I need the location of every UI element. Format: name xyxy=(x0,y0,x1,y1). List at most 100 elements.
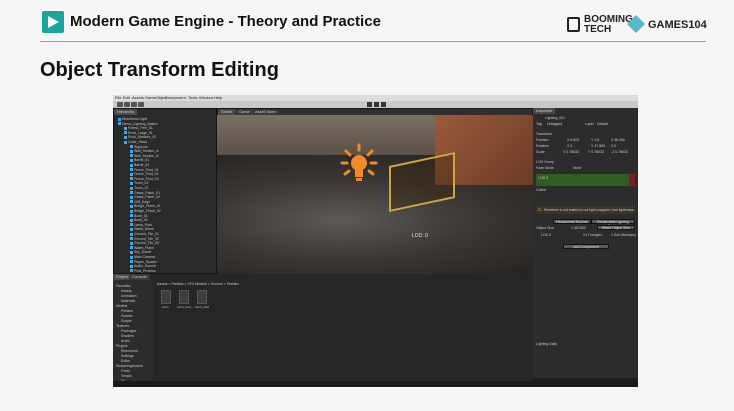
hierarchy-row[interactable]: Bridge_Plank_01 xyxy=(130,204,161,208)
layer-value[interactable]: Default xyxy=(597,122,608,126)
recalculate-bounds-button[interactable]: Recalculate Bounds xyxy=(553,219,591,224)
hierarchy-row[interactable]: Barrel_01 xyxy=(130,158,149,162)
project-panel: Project Console Favorites Assets Animation… xyxy=(113,274,533,387)
project-folder[interactable]: Settings xyxy=(121,354,134,358)
inspector-object-name[interactable]: Lighting_001 xyxy=(545,116,565,120)
hierarchy-row[interactable]: Player_Spawn xyxy=(130,260,157,264)
hierarchy-row[interactable]: Audio_Source xyxy=(130,264,156,268)
rotation-z[interactable]: Z 0 xyxy=(611,144,616,148)
scale-label: Scale xyxy=(536,150,545,154)
scale-y[interactable]: Y 0.78633 xyxy=(588,150,604,154)
hierarchy-row[interactable]: Demo_Lighting_Baked xyxy=(118,122,157,126)
hierarchy-row[interactable]: Main Camera xyxy=(130,255,155,259)
hierarchy-row[interactable]: Grass_Patch_01 xyxy=(130,191,160,195)
hierarchy-row[interactable]: Bridge_Plank_02 xyxy=(130,209,161,213)
section-title: Object Transform Editing xyxy=(40,59,279,81)
hierarchy-row[interactable]: Crate_Stack xyxy=(124,140,147,144)
project-folder[interactable]: Audio xyxy=(121,339,130,343)
project-folder[interactable]: StreamingAssets xyxy=(116,364,142,368)
project-folder-label: Shaders xyxy=(121,334,135,338)
hierarchy-row[interactable]: Wall_Section_B xyxy=(130,154,159,158)
asset-torch-lod2[interactable] xyxy=(197,290,207,304)
object-size-value[interactable]: 1.357895 xyxy=(571,226,586,230)
hierarchy-row[interactable]: Rock_Medium_02 xyxy=(124,135,156,139)
hierarchy-row[interactable]: Sky_Dome xyxy=(130,250,151,254)
fade-mode-value[interactable]: None xyxy=(573,166,581,170)
hierarchy-row[interactable]: Grass_Patch_02 xyxy=(130,195,160,199)
hierarchy-row[interactable]: Signpost xyxy=(130,145,148,149)
hierarchy-row[interactable]: Ground_Tile_03 xyxy=(130,241,159,245)
project-folder[interactable]: Textures xyxy=(116,324,129,328)
light-gizmo-icon[interactable] xyxy=(334,141,384,191)
scale-x[interactable]: X 0.78633 xyxy=(563,150,579,154)
tab-inspector[interactable]: Inspector xyxy=(533,108,556,114)
project-folder[interactable]: Models xyxy=(116,304,127,308)
recalculate-lighting-button[interactable]: Recalculate Lighting Scales xyxy=(591,219,635,228)
tag-value[interactable]: Untagged xyxy=(547,122,562,126)
culled-bar[interactable] xyxy=(629,174,635,186)
project-breadcrumb[interactable]: Assets > Prefabs > VFX Models > Torches … xyxy=(157,282,239,286)
project-folder[interactable]: Shaders xyxy=(121,334,134,338)
hierarchy-row[interactable]: Post_Process xyxy=(130,269,156,273)
hierarchy-row[interactable]: Directional Light xyxy=(118,117,147,121)
project-folder[interactable]: Plugins xyxy=(116,344,127,348)
play-icon[interactable] xyxy=(367,102,372,107)
reset-object-size-button[interactable]: Reset Object Size xyxy=(597,225,635,230)
hierarchy-row[interactable]: Cliff_Edge xyxy=(130,200,150,204)
hierarchy-row-label: Grass_Patch_02 xyxy=(134,195,161,200)
hierarchy-row[interactable]: Ground_Tile_01 xyxy=(130,232,159,236)
games104-label: GAMES104 xyxy=(648,19,707,31)
transform-header[interactable]: Transform xyxy=(536,132,552,136)
hierarchy-row[interactable]: Fence_Post_03 xyxy=(130,177,159,181)
hierarchy-row[interactable]: Torch_02 xyxy=(130,186,148,190)
hierarchy-row[interactable]: Torch_01 xyxy=(130,181,148,185)
scene-view[interactable]: LOD: 0 xyxy=(217,115,535,277)
gameobject-icon xyxy=(124,140,127,144)
scale-tool-icon[interactable] xyxy=(138,102,144,107)
rotation-y[interactable]: Y 47.663 xyxy=(591,144,605,148)
hand-tool-icon[interactable] xyxy=(117,102,123,107)
hierarchy-row-label: Cliff_Edge xyxy=(134,199,151,204)
project-folder[interactable]: Terrain xyxy=(121,374,132,378)
project-folder-label: Resources xyxy=(121,349,138,353)
hierarchy-row[interactable]: Fence_Post_02 xyxy=(130,172,159,176)
scale-z[interactable]: Z 0.78633 xyxy=(612,150,628,154)
project-folder[interactable]: Assets xyxy=(121,289,132,293)
hierarchy-row[interactable]: Forest_Tree_01 xyxy=(124,126,153,130)
step-icon[interactable] xyxy=(381,102,386,107)
project-folder[interactable]: Animation xyxy=(121,294,137,298)
hierarchy-row[interactable]: Rock_Large_01 xyxy=(124,131,153,135)
tab-hierarchy[interactable]: Hierarchy xyxy=(114,109,138,115)
hierarchy-row[interactable]: Bush_02 xyxy=(130,218,148,222)
hierarchy-row[interactable]: Bush_01 xyxy=(130,214,148,218)
hierarchy-row[interactable]: Fence_Post_01 xyxy=(130,168,159,172)
project-folder[interactable]: Resources xyxy=(121,349,138,353)
move-tool-icon[interactable] xyxy=(124,102,130,107)
project-folder[interactable]: Favorites xyxy=(116,284,130,288)
position-y[interactable]: Y 1.8 xyxy=(591,138,599,142)
rotation-x[interactable]: X 0 xyxy=(567,144,572,148)
hierarchy-row[interactable]: Water_Plane xyxy=(130,246,154,250)
hierarchy-row[interactable]: Lamp_Post xyxy=(130,223,152,227)
lod-group-header[interactable]: LOD Group xyxy=(536,160,554,164)
hierarchy-row[interactable]: Wall_Section_A xyxy=(130,149,159,153)
asset-torch-lod1[interactable] xyxy=(179,290,189,304)
position-x[interactable]: X 6.803 xyxy=(567,138,579,142)
project-folder[interactable]: Prefabs xyxy=(121,309,133,313)
hierarchy-row[interactable]: Ground_Tile_02 xyxy=(130,237,159,241)
add-component-button[interactable]: Add Component xyxy=(563,244,609,249)
lod-bar[interactable]: LOD 0 xyxy=(536,174,635,186)
position-z[interactable]: Z 48.496 xyxy=(611,138,625,142)
gameobject-icon xyxy=(130,177,133,181)
hierarchy-row[interactable]: Barrel_02 xyxy=(130,163,149,167)
project-folder[interactable]: Materials xyxy=(121,299,135,303)
rotate-tool-icon[interactable] xyxy=(131,102,137,107)
asset-torch[interactable] xyxy=(161,290,171,304)
project-folder[interactable]: Fonts xyxy=(121,369,130,373)
project-folder[interactable]: Editor xyxy=(121,359,130,363)
pause-icon[interactable] xyxy=(374,102,379,107)
project-folder[interactable]: Scripts xyxy=(121,319,132,323)
project-folder[interactable]: Packages xyxy=(121,329,136,333)
hierarchy-row[interactable]: Stairs_Stone xyxy=(130,227,154,231)
project-folder[interactable]: Scenes xyxy=(121,314,133,318)
